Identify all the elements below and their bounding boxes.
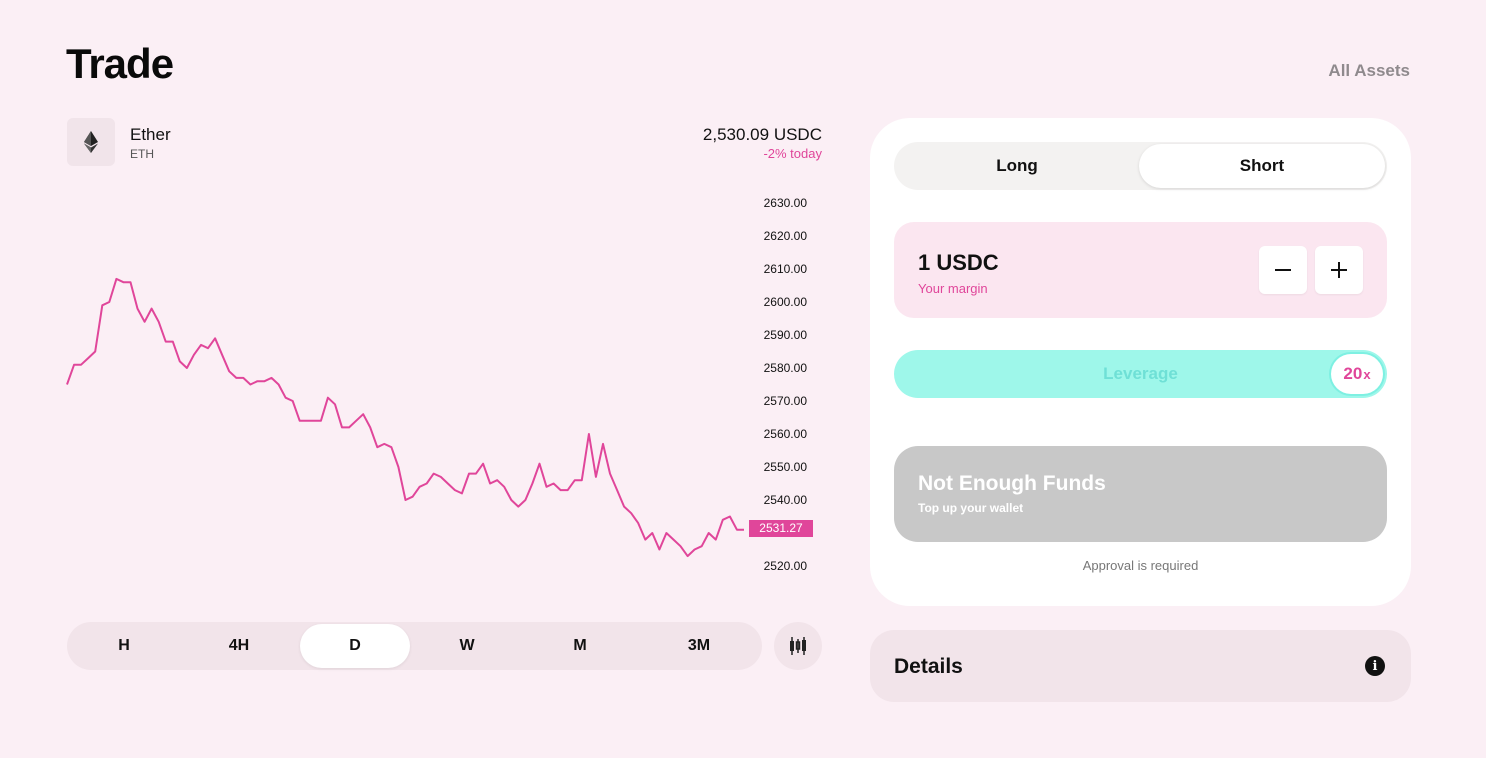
timeframe-d[interactable]: D: [300, 624, 410, 668]
timeframe-4h[interactable]: 4H: [184, 624, 294, 668]
asset-price: 2,530.09 USDC: [702, 125, 822, 144]
plus-icon: [1331, 262, 1347, 278]
asset-symbol: ETH: [130, 147, 154, 161]
y-tick-label: 2590.00: [764, 328, 808, 342]
submit-subtitle: Top up your wallet: [918, 501, 1024, 515]
y-tick-label: 2620.00: [764, 229, 808, 243]
details-panel[interactable]: Details i: [870, 630, 1411, 702]
short-tab[interactable]: Short: [1139, 144, 1385, 188]
details-title: Details: [894, 655, 963, 678]
info-icon[interactable]: i: [1365, 656, 1385, 676]
margin-value: 1 USDC: [918, 250, 999, 275]
leverage-slider[interactable]: Leverage 20 x: [894, 350, 1387, 398]
timeframe-selector: H 4H D W M 3M: [67, 622, 762, 670]
y-tick-label: 2520.00: [764, 559, 808, 573]
leverage-label: Leverage: [1103, 364, 1178, 383]
submit-trade-button[interactable]: Not Enough Funds Top up your wallet: [894, 446, 1387, 542]
trade-panel: Long Short 1 USDC Your margin Leverage 2…: [870, 118, 1411, 606]
page-title: Trade: [66, 40, 174, 87]
y-tick-label: 2550.00: [764, 460, 808, 474]
ethereum-icon: [84, 131, 98, 153]
y-tick-label: 2560.00: [764, 427, 808, 441]
y-tick-label: 2630.00: [764, 196, 808, 210]
side-toggle: Long Short: [894, 142, 1387, 190]
asset-name: Ether: [130, 125, 171, 144]
timeframe-h[interactable]: H: [69, 624, 179, 668]
all-assets-link[interactable]: All Assets: [1328, 61, 1410, 81]
leverage-unit: x: [1363, 366, 1371, 382]
long-tab[interactable]: Long: [894, 144, 1140, 188]
asset-change: -2% today: [763, 146, 822, 161]
y-tick-label: 2600.00: [764, 295, 808, 309]
timeframe-w[interactable]: W: [412, 624, 522, 668]
submit-title: Not Enough Funds: [918, 472, 1106, 495]
leverage-handle[interactable]: 20 x: [1331, 354, 1383, 394]
candlestick-icon: [790, 637, 806, 655]
y-tick-label: 2570.00: [764, 394, 808, 408]
y-tick-label: 2580.00: [764, 361, 808, 375]
timeframe-m[interactable]: M: [525, 624, 635, 668]
current-price-tag: 2531.27: [749, 520, 813, 537]
approval-note: Approval is required: [1082, 558, 1199, 573]
y-tick-label: 2540.00: [764, 493, 808, 507]
margin-input: 1 USDC Your margin: [894, 222, 1387, 318]
increase-margin-button[interactable]: [1315, 246, 1363, 294]
chart-type-toggle[interactable]: [774, 622, 822, 670]
y-tick-label: 2610.00: [764, 262, 808, 276]
timeframe-3m[interactable]: 3M: [644, 624, 754, 668]
margin-label: Your margin: [918, 281, 988, 296]
leverage-value: 20: [1343, 364, 1363, 383]
asset-icon-box: [67, 118, 115, 166]
decrease-margin-button[interactable]: [1259, 246, 1307, 294]
price-line: [66, 277, 744, 558]
minus-icon: [1275, 269, 1291, 271]
